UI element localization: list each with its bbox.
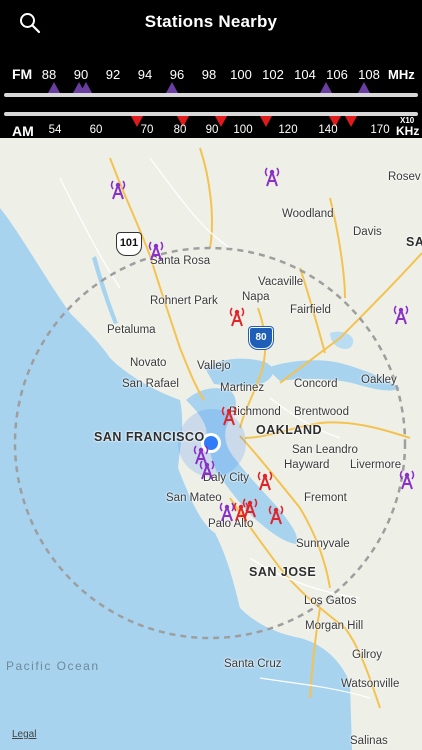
am-tick-label: 120: [278, 124, 298, 136]
place-san-rafael: San Rafael: [122, 378, 179, 390]
place-rohnert-park: Rohnert Park: [150, 295, 218, 307]
place-concord: Concord: [294, 378, 338, 390]
fm-band-label: FM: [12, 66, 33, 82]
legal-link[interactable]: Legal: [12, 729, 36, 740]
label-pacific-ocean: Pacific Ocean: [6, 659, 100, 673]
am-tick-label: 80: [173, 124, 187, 136]
place-novato: Novato: [130, 357, 167, 369]
fm-tick-label: 96: [169, 67, 185, 82]
place-gilroy: Gilroy: [352, 649, 383, 661]
am-station-icon[interactable]: [256, 469, 274, 491]
am-tick-label: 90: [205, 124, 219, 136]
am-tick-label: 54: [48, 124, 62, 136]
fm-unit-label: MHz: [388, 67, 415, 82]
am-tick-label: 100: [233, 124, 253, 136]
am-station-icon[interactable]: [241, 496, 259, 518]
place-vallejo: Vallejo: [197, 360, 231, 372]
am-tick-label: 70: [140, 124, 154, 136]
am-unit-label: KHz: [396, 124, 420, 138]
place-roseville: Rosev: [388, 171, 421, 183]
fm-tick-label: 106: [326, 67, 348, 82]
am-station-marker: [344, 116, 357, 127]
place-san-francisco: SAN FRANCISCO: [94, 430, 205, 444]
place-salinas: Salinas: [350, 735, 388, 747]
place-morgan-hill: Morgan Hill: [305, 620, 364, 632]
place-san-jose: SAN JOSE: [249, 565, 317, 579]
place-livermore: Livermore: [350, 459, 402, 471]
place-woodland: Woodland: [282, 208, 334, 220]
place-san-mateo: San Mateo: [166, 492, 222, 504]
fm-station-icon[interactable]: [198, 458, 216, 480]
place-davis: Davis: [353, 226, 382, 238]
fm-tick-label: 102: [262, 67, 284, 82]
am-station-marker: [259, 116, 272, 127]
i80-shield: 80: [249, 327, 273, 349]
fm-tick-label: 98: [201, 67, 217, 82]
map-view[interactable]: 101 80 Rosev Woodland Davis SA Santa Ros…: [0, 138, 422, 750]
fm-tick-label: 90: [73, 67, 89, 82]
am-band-label: AM: [12, 123, 34, 139]
nav-bar: Stations Nearby: [0, 0, 422, 46]
place-fairfield: Fairfield: [290, 304, 331, 316]
am-station-icon[interactable]: [267, 503, 285, 525]
am-tick-label: 170: [370, 124, 390, 136]
place-hayward: Hayward: [284, 459, 330, 471]
place-oakley: Oakley: [361, 374, 397, 386]
tuner-dial[interactable]: FM 88 90 92 94 96 98 100 102 104 106 108 MHz AM 54…: [0, 46, 422, 139]
am-tick-label: 60: [89, 124, 103, 136]
place-fremont: Fremont: [304, 492, 347, 504]
place-santa-cruz: Santa Cruz: [224, 658, 282, 670]
place-sunnyvale: Sunnyvale: [296, 538, 350, 550]
fm-station-icon[interactable]: [263, 165, 281, 187]
fm-station-icon[interactable]: [147, 239, 165, 261]
us101-shield: 101: [116, 232, 142, 256]
place-petaluma: Petaluma: [107, 324, 156, 336]
place-los-gatos: Los Gatos: [304, 595, 357, 607]
place-vacaville: Vacaville: [258, 276, 304, 288]
place-brentwood: Brentwood: [294, 406, 349, 418]
place-napa: Napa: [242, 291, 270, 303]
fm-tick-label: 94: [137, 67, 153, 82]
fm-station-marker: [47, 82, 60, 93]
fm-station-icon[interactable]: [398, 468, 416, 490]
fm-station-marker: [358, 82, 371, 93]
fm-tick-label: 92: [105, 67, 121, 82]
am-station-icon[interactable]: [228, 305, 246, 327]
fm-tick-label: 108: [358, 67, 380, 82]
am-station-icon[interactable]: [220, 404, 238, 426]
place-san-leandro: San Leandro: [292, 444, 358, 456]
fm-scale-bar: [4, 93, 418, 97]
fm-station-marker: [166, 82, 179, 93]
fm-station-marker: [319, 82, 332, 93]
fm-station-marker: [79, 82, 92, 93]
am-tick-label: 140: [318, 124, 338, 136]
fm-tick-label: 104: [294, 67, 316, 82]
fm-tick-label: 100: [230, 67, 252, 82]
fm-station-icon[interactable]: [392, 303, 410, 325]
place-watsonville: Watsonville: [341, 678, 400, 690]
fm-tick-label: 88: [41, 67, 57, 82]
place-martinez: Martinez: [220, 382, 265, 394]
place-sacramento: SA: [406, 235, 422, 249]
place-oakland: OAKLAND: [256, 423, 322, 437]
page-title: Stations Nearby: [144, 12, 278, 31]
fm-station-icon[interactable]: [109, 178, 127, 200]
